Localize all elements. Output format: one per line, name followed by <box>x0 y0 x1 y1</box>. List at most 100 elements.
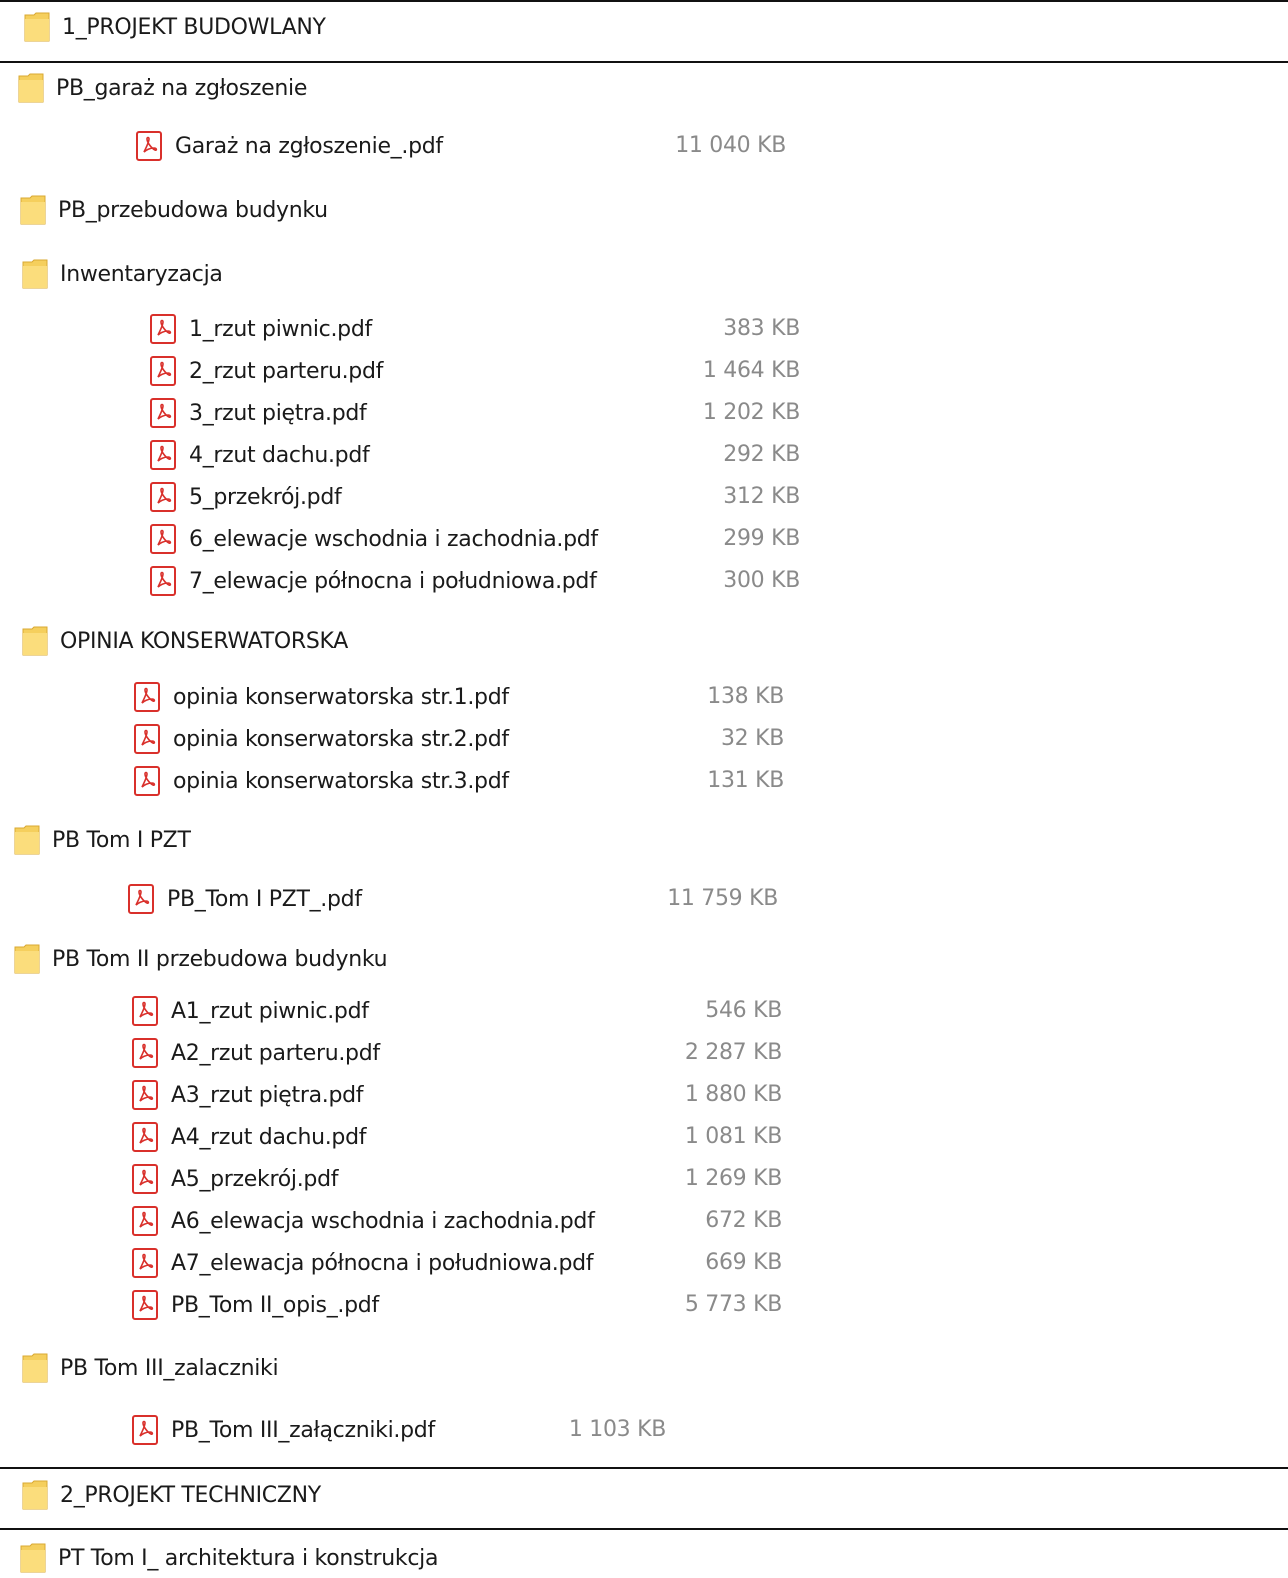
file-size: 1 103 KB <box>568 1417 666 1442</box>
folder-label: PB Tom I PZT <box>52 827 191 853</box>
file-row[interactable]: PB_Tom I PZT_.pdf <box>128 879 362 919</box>
file-size: 300 KB <box>723 568 800 593</box>
file-name: 5_przekrój.pdf <box>189 484 342 510</box>
file-row[interactable]: A7_elewacja północna i południowa.pdf <box>132 1243 594 1283</box>
file-size: 1 464 KB <box>702 358 800 383</box>
file-row[interactable]: opinia konserwatorska str.2.pdf <box>134 719 509 759</box>
folder-icon <box>22 1479 48 1511</box>
file-name: PB_Tom II_opis_.pdf <box>171 1292 379 1318</box>
file-row[interactable]: A3_rzut piętra.pdf <box>132 1075 364 1115</box>
folder-icon <box>22 1352 48 1384</box>
file-row[interactable]: opinia konserwatorska str.1.pdf <box>134 677 509 717</box>
file-name: A1_rzut piwnic.pdf <box>171 998 369 1024</box>
file-name: 4_rzut dachu.pdf <box>189 442 370 468</box>
file-name: PB_Tom I PZT_.pdf <box>167 886 362 912</box>
pdf-file-icon <box>132 1038 158 1068</box>
folder-row[interactable]: PB Tom III_zalaczniki <box>22 1348 279 1388</box>
file-row[interactable]: A1_rzut piwnic.pdf <box>132 991 369 1031</box>
folder-row-section[interactable]: 2_PROJEKT TECHNICZNY <box>22 1475 321 1515</box>
file-row[interactable]: 5_przekrój.pdf <box>150 477 342 517</box>
separator <box>0 1528 1288 1530</box>
file-size: 1 081 KB <box>684 1124 782 1149</box>
folder-label: Inwentaryzacja <box>60 261 223 287</box>
file-row[interactable]: A2_rzut parteru.pdf <box>132 1033 380 1073</box>
file-size: 32 KB <box>720 726 784 751</box>
pdf-file-icon <box>150 356 176 386</box>
pdf-file-icon <box>128 884 154 914</box>
file-name: Garaż na zgłoszenie_.pdf <box>175 133 443 159</box>
pdf-file-icon <box>150 398 176 428</box>
pdf-file-icon <box>134 724 160 754</box>
folder-icon <box>18 72 44 104</box>
pdf-file-icon <box>136 131 162 161</box>
file-name: opinia konserwatorska str.1.pdf <box>173 684 509 710</box>
file-size: 383 KB <box>723 316 800 341</box>
pdf-file-icon <box>134 682 160 712</box>
file-name: A3_rzut piętra.pdf <box>171 1082 364 1108</box>
folder-label: PB_przebudowa budynku <box>58 197 328 223</box>
pdf-file-icon <box>132 1415 158 1445</box>
pdf-file-icon <box>150 524 176 554</box>
file-row[interactable]: PB_Tom III_załączniki.pdf <box>132 1410 435 1450</box>
file-name: A4_rzut dachu.pdf <box>171 1124 367 1150</box>
pdf-file-icon <box>132 1122 158 1152</box>
file-row[interactable]: 2_rzut parteru.pdf <box>150 351 383 391</box>
pdf-file-icon <box>132 996 158 1026</box>
pdf-file-icon <box>132 1080 158 1110</box>
file-size: 672 KB <box>705 1208 782 1233</box>
file-row[interactable]: 4_rzut dachu.pdf <box>150 435 370 475</box>
file-row[interactable]: opinia konserwatorska str.3.pdf <box>134 761 509 801</box>
folder-row-section[interactable]: 1_PROJEKT BUDOWLANY <box>24 7 326 47</box>
file-name: 3_rzut piętra.pdf <box>189 400 367 426</box>
folder-label: PB_garaż na zgłoszenie <box>56 75 308 101</box>
file-row[interactable]: 6_elewacje wschodnia i zachodnia.pdf <box>150 519 598 559</box>
pdf-file-icon <box>132 1290 158 1320</box>
file-row[interactable]: A4_rzut dachu.pdf <box>132 1117 367 1157</box>
file-row[interactable]: 1_rzut piwnic.pdf <box>150 309 372 349</box>
file-row[interactable]: A6_elewacja wschodnia i zachodnia.pdf <box>132 1201 595 1241</box>
file-name: 7_elewacje północna i południowa.pdf <box>189 568 597 594</box>
file-size: 546 KB <box>705 998 782 1023</box>
separator <box>0 1467 1288 1469</box>
file-name: 2_rzut parteru.pdf <box>189 358 384 384</box>
file-size: 299 KB <box>723 526 800 551</box>
file-name: A5_przekrój.pdf <box>171 1166 339 1192</box>
file-row[interactable]: 7_elewacje północna i południowa.pdf <box>150 561 597 601</box>
file-size: 1 269 KB <box>684 1166 782 1191</box>
folder-row[interactable]: Inwentaryzacja <box>22 254 223 294</box>
pdf-file-icon <box>150 440 176 470</box>
file-row[interactable]: Garaż na zgłoszenie_.pdf <box>136 126 443 166</box>
file-size: 131 KB <box>707 768 784 793</box>
file-name: A2_rzut parteru.pdf <box>171 1040 380 1066</box>
folder-row[interactable]: PT Tom I_ architektura i konstrukcja <box>20 1538 438 1578</box>
file-name: PB_Tom III_załączniki.pdf <box>171 1417 435 1443</box>
file-name: 6_elewacje wschodnia i zachodnia.pdf <box>189 526 598 552</box>
folder-icon <box>24 11 50 43</box>
folder-row[interactable]: PB_garaż na zgłoszenie <box>18 68 307 108</box>
file-row[interactable]: A5_przekrój.pdf <box>132 1159 338 1199</box>
file-size: 2 287 KB <box>684 1040 782 1065</box>
section-label: 2_PROJEKT TECHNICZNY <box>60 1482 321 1508</box>
folder-icon <box>22 625 48 657</box>
file-size: 11 759 KB <box>667 886 778 911</box>
file-name: A6_elewacja wschodnia i zachodnia.pdf <box>171 1208 595 1234</box>
folder-row[interactable]: PB_przebudowa budynku <box>20 190 328 230</box>
file-row[interactable]: PB_Tom II_opis_.pdf <box>132 1285 379 1325</box>
pdf-file-icon <box>150 482 176 512</box>
file-size: 292 KB <box>723 442 800 467</box>
file-name: opinia konserwatorska str.2.pdf <box>173 726 509 752</box>
folder-label: OPINIA KONSERWATORSKA <box>60 628 349 654</box>
file-size: 312 KB <box>723 484 800 509</box>
folder-icon <box>20 194 46 226</box>
file-row[interactable]: 3_rzut piętra.pdf <box>150 393 367 433</box>
folder-row[interactable]: OPINIA KONSERWATORSKA <box>22 621 348 661</box>
folder-icon <box>20 1542 46 1574</box>
file-name: opinia konserwatorska str.3.pdf <box>173 768 509 794</box>
separator <box>0 0 1288 2</box>
file-name: A7_elewacja północna i południowa.pdf <box>171 1250 594 1276</box>
file-size: 1 880 KB <box>684 1082 782 1107</box>
file-name: 1_rzut piwnic.pdf <box>189 316 372 342</box>
folder-row[interactable]: PB Tom II przebudowa budynku <box>14 939 388 979</box>
file-size: 11 040 KB <box>675 133 786 158</box>
folder-row[interactable]: PB Tom I PZT <box>14 820 191 860</box>
